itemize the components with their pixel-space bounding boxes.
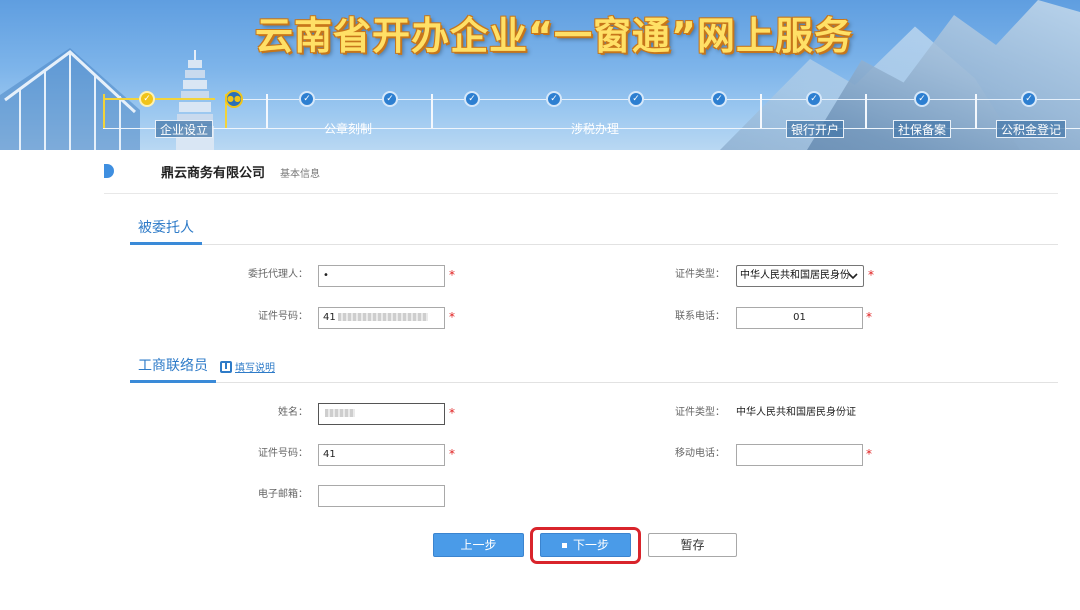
required-mark: * [449,268,455,282]
save-draft-button[interactable]: 暂存 [648,533,737,557]
liaison-section-header: 工商联络员 填写说明 [130,355,1058,383]
next-step-button[interactable]: 下一步 [540,533,631,557]
section-marker-icon [104,164,114,178]
current-step-icon: ●● [225,90,243,108]
check-icon: ✓ [914,91,930,107]
required-mark: * [866,310,872,324]
liaison-mobile-label: 移动电话： [675,448,725,459]
header-banner: 云南省开办企业“一窗通”网上服务 ✓ ●● ✓ ✓ ✓ ✓ ✓ ✓ ✓ ✓ ✓ … [0,0,1080,150]
liaison-section-title: 工商联络员 [130,355,216,383]
check-icon: ✓ [1021,91,1037,107]
liaison-name-label: 姓名： [278,407,308,418]
company-subtitle: 基本信息 [280,169,320,180]
step-divider [266,94,268,128]
required-mark: * [449,406,455,420]
step-line [234,99,1080,100]
step-label-company-setup[interactable]: 企业设立 [155,120,214,138]
step-label-bank[interactable]: 银行开户 [786,120,845,138]
agent-section-title: 被委托人 [130,217,202,245]
chevron-down-icon [848,273,858,280]
company-bar: 鼎云商务有限公司 基本信息 [104,156,1058,194]
required-mark: * [866,447,872,461]
step-label-social-security[interactable]: 社保备案 [893,120,952,138]
agent-id-no-input[interactable]: 41 [318,307,445,329]
company-name: 鼎云商务有限公司 [161,166,266,181]
prev-step-button[interactable]: 上一步 [433,533,524,557]
check-icon: ✓ [711,91,727,107]
liaison-id-no-input[interactable]: 41 [318,444,445,466]
required-mark: * [868,268,874,282]
step-divider [760,94,762,128]
check-icon: ✓ [382,91,398,107]
step-divider [865,94,867,128]
agent-id-type-label: 证件类型： [675,269,725,280]
liaison-email-label: 电子邮箱： [258,489,308,500]
book-icon [220,360,232,373]
check-icon: ✓ [546,91,562,107]
next-step-label: 下一步 [572,538,609,552]
required-mark: * [449,310,455,324]
liaison-email-input[interactable] [318,485,445,507]
agent-section-header: 被委托人 [130,217,1058,245]
fill-instructions-text: 填写说明 [235,363,275,374]
step-divider [103,94,105,128]
check-icon: ✓ [299,91,315,107]
check-icon: ✓ [806,91,822,107]
step-label-tax[interactable]: 涉税办理 [567,120,623,138]
fill-instructions-link[interactable]: 填写说明 [220,359,275,374]
step-divider [431,94,433,128]
liaison-name-input[interactable] [318,403,445,425]
agent-name-label: 委托代理人： [248,269,308,280]
agent-phone-label: 联系电话： [675,311,725,322]
step-label-seal[interactable]: 公章刻制 [320,120,376,138]
step-label-housing-fund[interactable]: 公积金登记 [996,120,1067,138]
agent-id-type-select[interactable]: 中华人民共和国居民身份 [736,265,864,287]
progress-steps: ✓ ●● ✓ ✓ ✓ ✓ ✓ ✓ ✓ ✓ ✓ 企业设立 公章刻制 涉税办理 银行… [0,84,1080,150]
step-line-done [103,98,215,100]
liaison-id-no-label: 证件号码： [258,448,308,459]
check-icon: ✓ [139,91,155,107]
redacted-mask [337,313,428,321]
agent-id-type-value: 中华人民共和国居民身份 [740,270,850,281]
agent-name-input[interactable]: • [318,265,445,287]
check-icon: ✓ [464,91,480,107]
required-mark: * [449,447,455,461]
check-icon: ✓ [628,91,644,107]
agent-name-value: • [323,270,329,281]
agent-id-no-value: 41 [323,312,336,323]
focus-square-icon [561,543,567,548]
liaison-id-type-value: 中华人民共和国居民身份证 [736,407,856,418]
liaison-id-no-value: 41 [323,449,336,460]
step-divider [975,94,977,128]
redacted-mask [325,409,355,417]
banner-title: 云南省开办企业“一窗通”网上服务 [255,14,853,58]
agent-id-no-label: 证件号码： [258,311,308,322]
agent-phone-input[interactable]: 01 [736,307,863,329]
liaison-mobile-input[interactable] [736,444,863,466]
agent-phone-value: 01 [793,312,806,323]
liaison-id-type-label: 证件类型： [675,407,725,418]
